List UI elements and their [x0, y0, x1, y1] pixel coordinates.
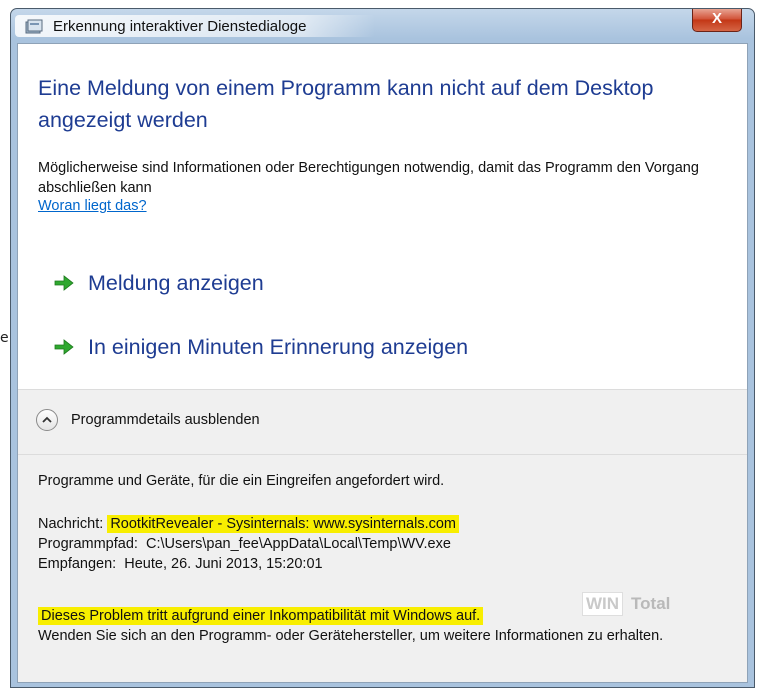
- message-value: RootkitRevealer - Sysinternals: www.sysi…: [107, 515, 460, 533]
- received-label: Empfangen:: [38, 556, 117, 572]
- green-arrow-icon: [54, 275, 74, 291]
- message-row: Nachricht: RootkitRevealer - Sysinternal…: [38, 514, 460, 534]
- advice-text: Wenden Sie sich an den Programm- oder Ge…: [38, 628, 664, 644]
- show-message-label: Meldung anzeigen: [88, 270, 264, 295]
- details-toggle-bar: Programmdetails ausblenden: [18, 389, 747, 455]
- green-arrow-icon: [54, 339, 74, 355]
- chevron-up-icon: [36, 409, 58, 431]
- close-button[interactable]: X: [692, 9, 742, 32]
- problem-row: Dieses Problem tritt aufgrund einer Inko…: [38, 606, 484, 626]
- stray-text: e: [0, 330, 9, 346]
- show-message-command[interactable]: Meldung anzeigen: [54, 266, 264, 300]
- path-value: C:\Users\pan_fee\AppData\Local\Temp\WV.e…: [146, 536, 451, 552]
- path-label: Programmpfad:: [38, 536, 138, 552]
- details-intro: Programme und Geräte, für die ein Eingre…: [38, 473, 445, 489]
- remind-later-command[interactable]: In einigen Minuten Erinnerung anzeigen: [54, 330, 468, 364]
- description-text: Möglicherweise sind Informationen oder B…: [38, 160, 699, 196]
- details-panel: Programme und Geräte, für die ein Eingre…: [18, 454, 747, 682]
- title-bar[interactable]: Erkennung interaktiver Dienstedialoge X: [11, 9, 754, 43]
- dialog-window: Erkennung interaktiver Dienstedialoge X …: [10, 8, 755, 688]
- received-value: Heute, 26. Juni 2013, 15:20:01: [124, 556, 323, 572]
- problem-text: Dieses Problem tritt aufgrund einer Inko…: [38, 607, 484, 625]
- dialog-content: Eine Meldung von einem Programm kann nic…: [17, 43, 748, 683]
- hide-details-label: Programmdetails ausblenden: [71, 412, 260, 428]
- hide-details-toggle[interactable]: Programmdetails ausblenden: [36, 409, 260, 431]
- remind-later-label: In einigen Minuten Erinnerung anzeigen: [88, 334, 469, 359]
- help-link[interactable]: Woran liegt das?: [38, 198, 147, 214]
- window-title: Erkennung interaktiver Dienstedialoge: [53, 18, 307, 35]
- watermark-text: Total: [631, 594, 671, 613]
- service-dialog-icon: [25, 19, 43, 34]
- path-row: Programmpfad: C:\Users\pan_fee\AppData\L…: [38, 534, 451, 554]
- message-label: Nachricht:: [38, 516, 104, 532]
- received-row: Empfangen: Heute, 26. Juni 2013, 15:20:0…: [38, 554, 323, 574]
- main-instruction: Eine Meldung von einem Programm kann nic…: [38, 76, 654, 132]
- wintotal-watermark-logo: WIN Total: [582, 590, 670, 618]
- watermark-box: WIN: [582, 592, 624, 616]
